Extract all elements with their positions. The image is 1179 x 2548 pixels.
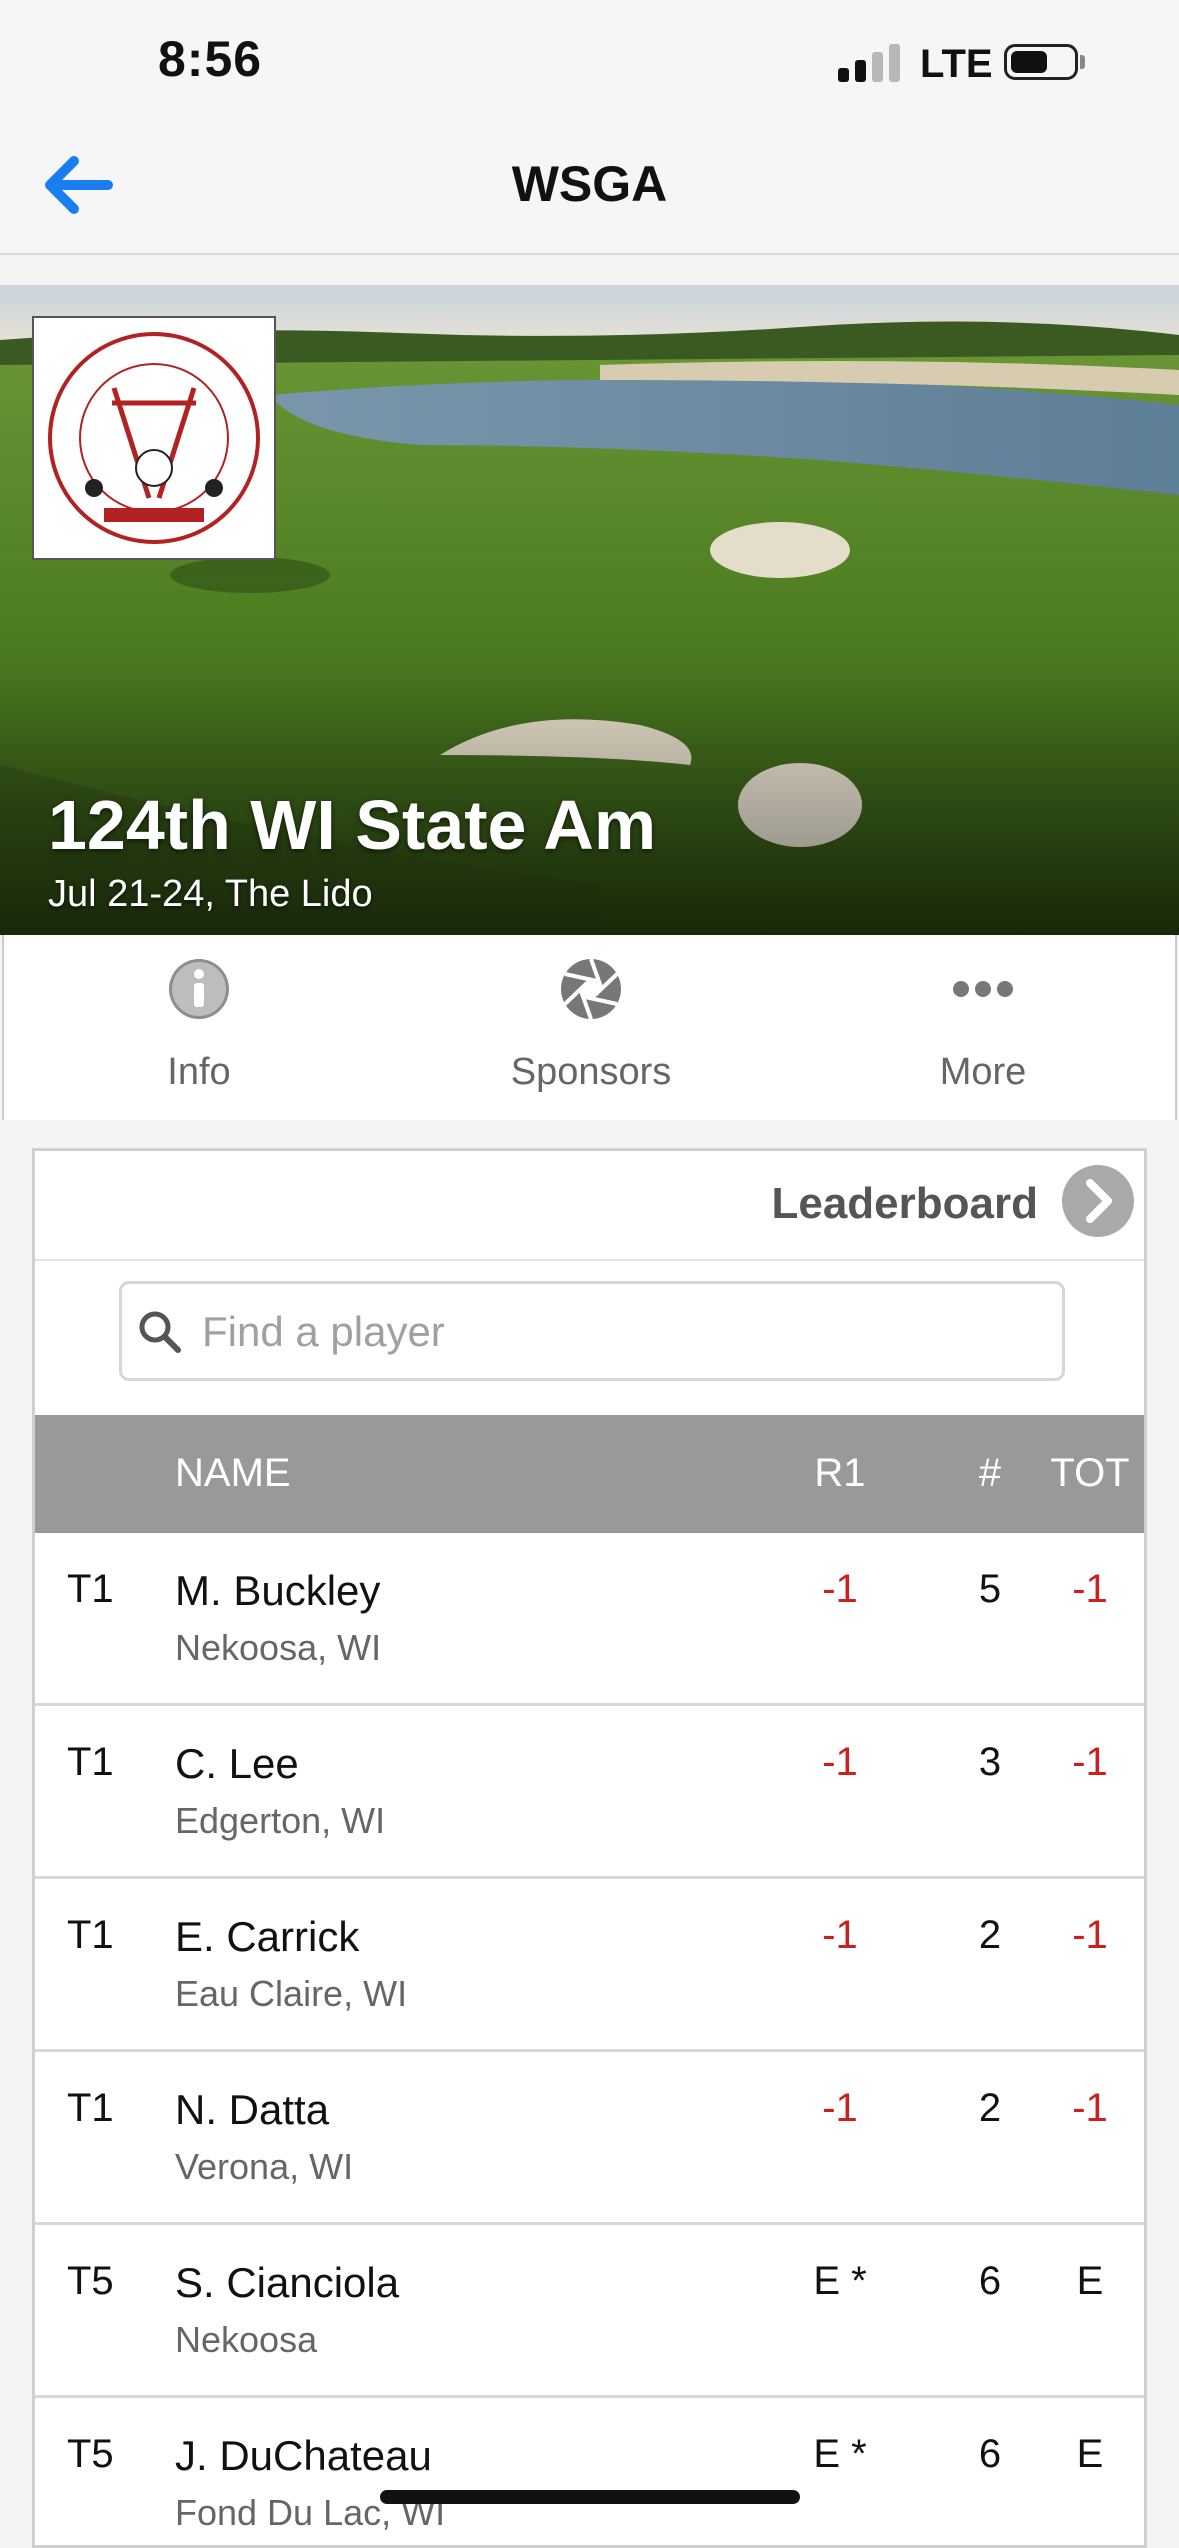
tab-bar: Info Sponsors More: [2, 935, 1177, 1120]
holes-played: 6: [978, 2432, 1002, 2476]
position: T5: [67, 2432, 114, 2476]
search-icon: [139, 1311, 181, 1353]
column-header-r1: R1: [814, 1451, 866, 1495]
player-city: Verona, WI: [175, 2146, 354, 2187]
battery-tip: [1080, 55, 1085, 69]
table-row[interactable]: T1 C. Lee Edgerton, WI -1 3 -1: [35, 1706, 1144, 1879]
column-header-holes: #: [978, 1451, 1002, 1495]
position: T5: [67, 2259, 114, 2303]
player-name: E. Carrick: [175, 1913, 360, 1960]
chevron-right-icon[interactable]: [1062, 1165, 1134, 1237]
holes-played: 2: [978, 2086, 1002, 2130]
table-row[interactable]: T1 N. Datta Verona, WI -1 2 -1: [35, 2052, 1144, 2225]
table-header: NAME R1 # TOT: [35, 1415, 1144, 1533]
player-name: S. Cianciola: [175, 2259, 400, 2306]
tab-label: Info: [167, 1051, 231, 1093]
table-row[interactable]: T5 S. Cianciola Nekoosa E * 6 E: [35, 2225, 1144, 2398]
round1-score: -1: [822, 1567, 858, 1611]
player-search[interactable]: [119, 1281, 1065, 1381]
signal-icon: [838, 44, 902, 82]
tab-sponsors[interactable]: Sponsors: [396, 935, 786, 1120]
info-icon: [169, 959, 229, 1019]
wsga-logo: [32, 316, 276, 560]
total-score: E: [1076, 2259, 1104, 2303]
round1-score: E *: [813, 2259, 867, 2303]
tournament-title: 124th WI State Am: [48, 786, 657, 864]
player-city: Eau Claire, WI: [175, 1973, 408, 2014]
total-score: -1: [1072, 1740, 1108, 1784]
home-indicator[interactable]: [380, 2490, 800, 2504]
player-city: Nekoosa: [175, 2319, 318, 2360]
status-bar: 8:56 LTE: [0, 0, 1179, 125]
player-city: Edgerton, WI: [175, 1800, 386, 1841]
player-name: C. Lee: [175, 1740, 299, 1787]
aperture-icon: [561, 958, 621, 1020]
table-row[interactable]: T1 E. Carrick Eau Claire, WI -1 2 -1: [35, 1879, 1144, 2052]
tab-label: More: [939, 1051, 1027, 1093]
network-label: LTE: [920, 42, 993, 86]
column-header-name: NAME: [175, 1451, 291, 1495]
table-row[interactable]: T1 M. Buckley Nekoosa, WI -1 5 -1: [35, 1533, 1144, 1706]
position: T1: [67, 2086, 114, 2130]
player-name: M. Buckley: [175, 1567, 381, 1614]
position: T1: [67, 1740, 114, 1784]
round1-score: -1: [822, 1740, 858, 1784]
leaderboard-title: Leaderboard: [771, 1179, 1038, 1228]
total-score: -1: [1072, 1913, 1108, 1957]
leaderboard-rows: T1 M. Buckley Nekoosa, WI -1 5 -1 T1 C. …: [35, 1533, 1144, 2545]
total-score: -1: [1072, 1567, 1108, 1611]
position: T1: [67, 1913, 114, 1957]
total-score: -1: [1072, 2086, 1108, 2130]
tournament-banner: 124th WI State Am Jul 21-24, The Lido: [0, 285, 1179, 935]
round1-score: -1: [822, 2086, 858, 2130]
player-name: N. Datta: [175, 2086, 330, 2133]
nav-bar: WSGA: [0, 125, 1179, 255]
holes-played: 5: [978, 1567, 1002, 1611]
round1-score: E *: [813, 2432, 867, 2476]
position: T1: [67, 1567, 114, 1611]
holes-played: 3: [978, 1740, 1002, 1784]
leaderboard-card: Leaderboard NAME R1 # TOT T1 M. Buckley …: [32, 1148, 1147, 2548]
player-name: J. DuChateau: [175, 2432, 432, 2479]
status-time: 8:56: [158, 31, 263, 87]
holes-played: 2: [978, 1913, 1002, 1957]
more-dots-icon: [953, 981, 1013, 997]
holes-played: 6: [978, 2259, 1002, 2303]
page-title: WSGA: [511, 156, 668, 212]
battery-icon: [1004, 44, 1078, 80]
tab-info[interactable]: Info: [4, 935, 394, 1120]
tab-label: Sponsors: [510, 1051, 672, 1093]
table-row[interactable]: T5 J. DuChateau Fond Du Lac, WI E * 6 E: [35, 2398, 1144, 2545]
column-header-total: TOT: [1050, 1451, 1130, 1495]
tab-more[interactable]: More: [788, 935, 1178, 1120]
round1-score: -1: [822, 1913, 858, 1957]
player-city: Nekoosa, WI: [175, 1627, 382, 1668]
search-input[interactable]: [200, 1294, 1044, 1370]
tournament-subtitle: Jul 21-24, The Lido: [48, 873, 373, 915]
leaderboard-link[interactable]: Leaderboard: [35, 1151, 1144, 1261]
total-score: E: [1076, 2432, 1104, 2476]
